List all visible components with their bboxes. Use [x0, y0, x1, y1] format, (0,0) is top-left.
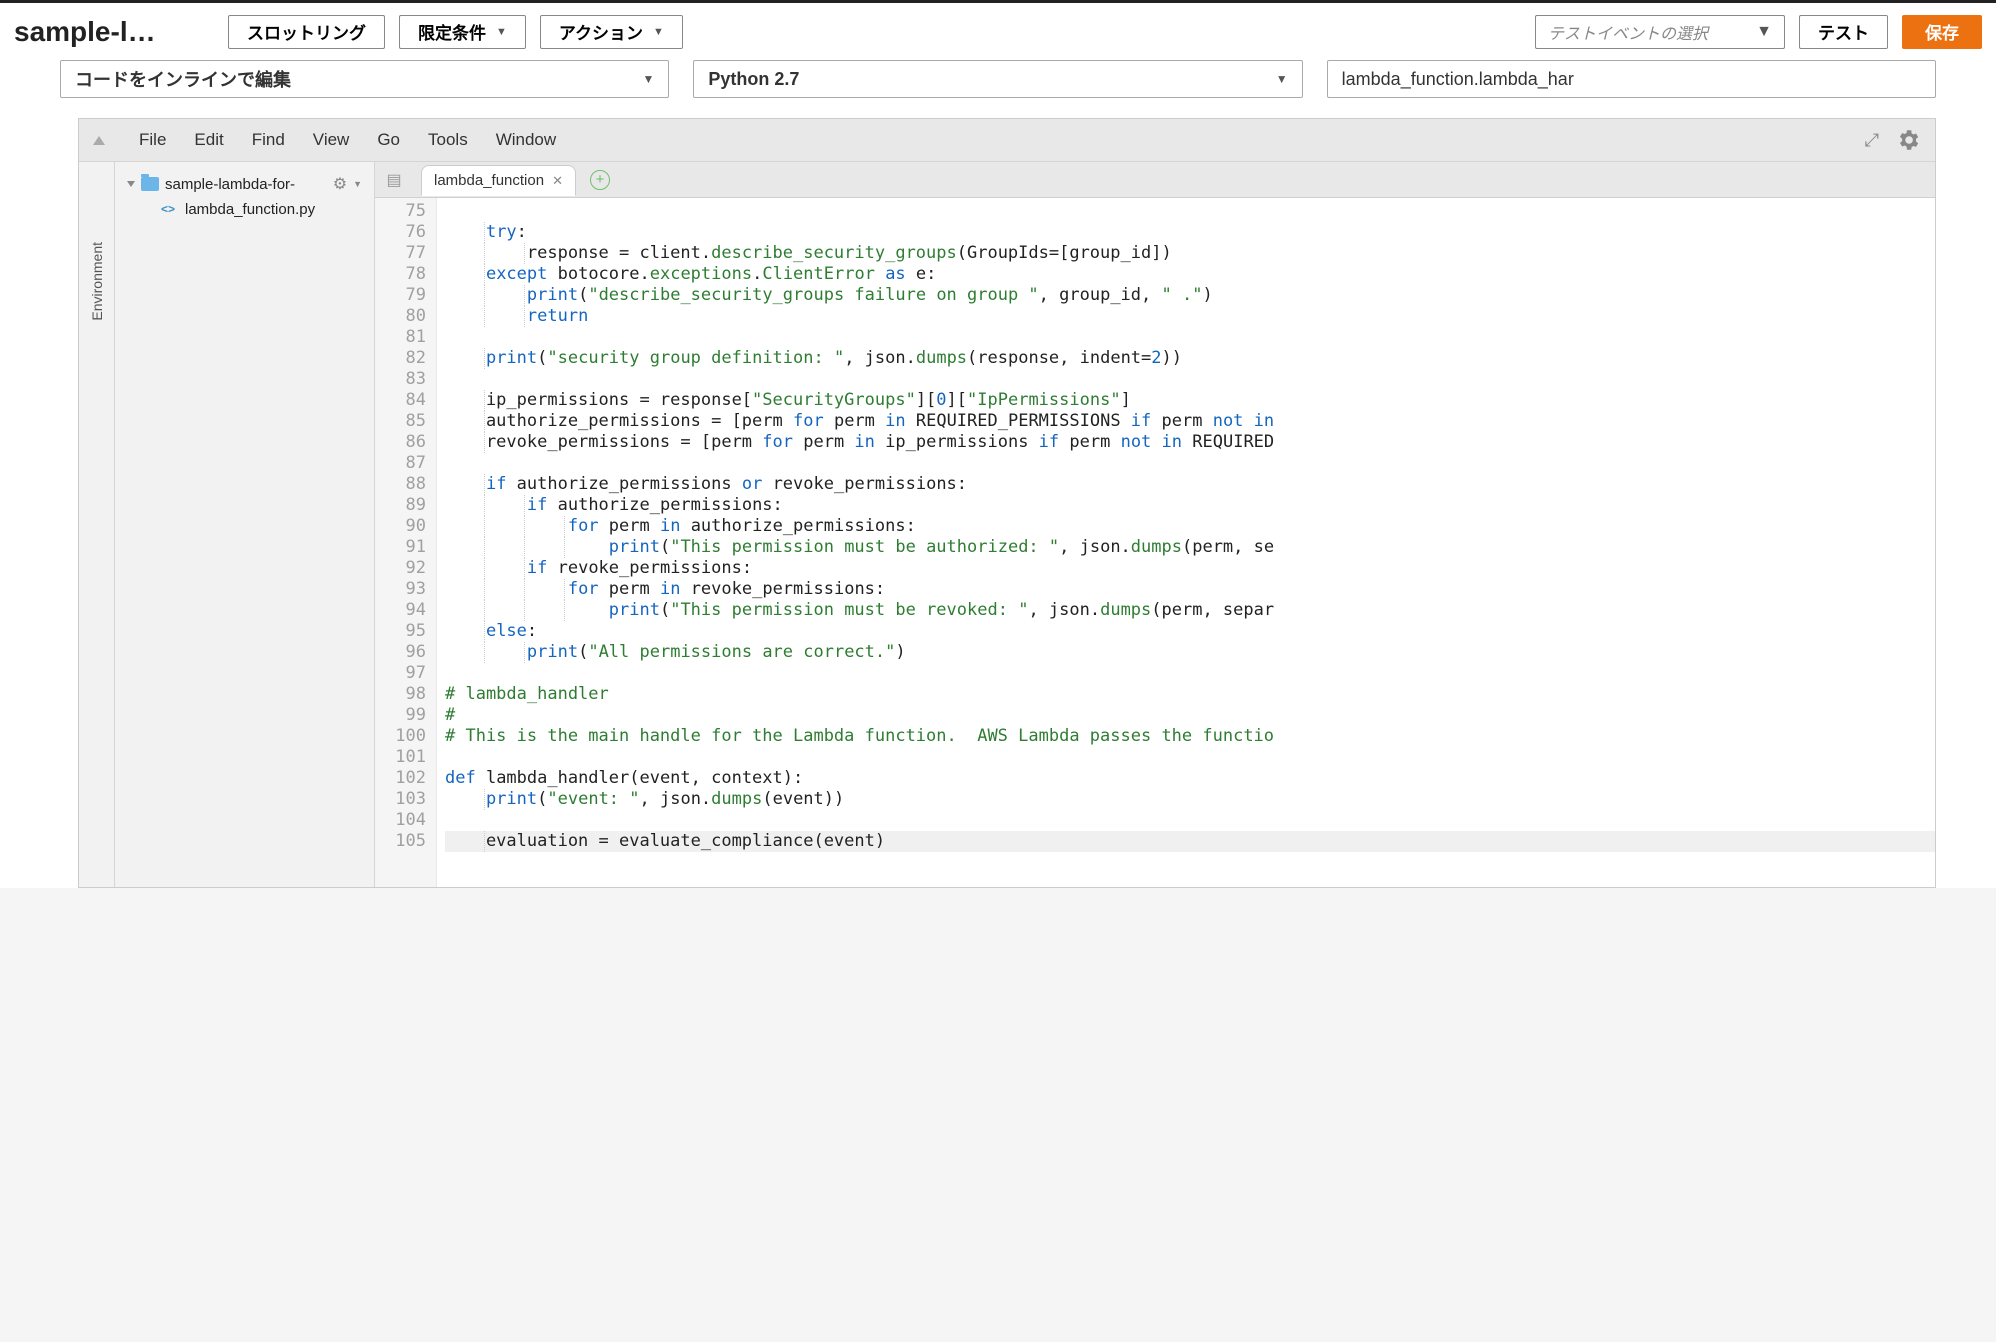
file-name: lambda_function.py [185, 201, 315, 218]
handler-input[interactable]: lambda_function.lambda_har [1327, 60, 1936, 98]
collapse-up-icon[interactable] [93, 136, 105, 145]
tab-list-icon[interactable]: ▤ [379, 170, 409, 190]
menu-view[interactable]: View [313, 130, 350, 150]
menu-go[interactable]: Go [377, 130, 400, 150]
menu-find[interactable]: Find [252, 130, 285, 150]
code-text[interactable]: try: response = client.describe_security… [437, 198, 1935, 887]
gear-icon[interactable] [1895, 127, 1921, 153]
chevron-down-icon: ▼ [496, 26, 507, 38]
edit-mode-label: コードをインラインで編集 [75, 66, 291, 92]
test-event-placeholder: テストイベントの選択 [1548, 20, 1708, 44]
qualifiers-dropdown[interactable]: 限定条件 ▼ [399, 15, 526, 49]
fullscreen-icon[interactable]: ⤢ [1865, 130, 1877, 151]
qualifiers-label: 限定条件 [418, 19, 486, 44]
test-event-select[interactable]: テストイベントの選択 ▼ [1535, 15, 1785, 49]
save-label: 保存 [1925, 19, 1959, 44]
file-tree: sample-lambda-for- ⚙ ▼ <> lambda_functio… [115, 162, 375, 887]
folder-icon [141, 177, 159, 191]
function-name: sample-l… [14, 16, 214, 48]
environment-label: Environment [89, 242, 105, 321]
chevron-down-icon: ▼ [1276, 72, 1288, 86]
throttling-label: スロットリング [247, 19, 366, 44]
environment-tab[interactable]: Environment [79, 162, 115, 887]
code-config-row: コードをインラインで編集 ▼ Python 2.7 ▼ lambda_funct… [0, 60, 1996, 118]
menu-file[interactable]: File [139, 130, 166, 150]
throttling-button[interactable]: スロットリング [228, 15, 385, 49]
runtime-label: Python 2.7 [708, 69, 799, 90]
editor-tabs: ▤ lambda_function ✕ + [375, 162, 1935, 198]
chevron-down-icon: ▼ [653, 26, 664, 38]
tab-label: lambda_function [434, 172, 544, 189]
tree-root-folder[interactable]: sample-lambda-for- ⚙ ▼ [123, 172, 366, 196]
test-button[interactable]: テスト [1799, 15, 1888, 49]
tree-file[interactable]: <> lambda_function.py [123, 196, 366, 222]
tab-lambda-function[interactable]: lambda_function ✕ [421, 165, 576, 196]
menu-window[interactable]: Window [496, 130, 556, 150]
add-tab-button[interactable]: + [590, 170, 610, 190]
test-label: テスト [1818, 19, 1869, 44]
python-file-icon: <> [159, 200, 177, 218]
actions-dropdown[interactable]: アクション ▼ [540, 15, 683, 49]
code-pane[interactable]: 7576777879808182838485868788899091929394… [375, 198, 1935, 887]
chevron-down-icon: ▼ [1756, 23, 1772, 41]
close-icon[interactable]: ✕ [552, 173, 563, 189]
chevron-down-icon[interactable]: ▼ [353, 179, 362, 189]
handler-value: lambda_function.lambda_har [1342, 69, 1574, 90]
menu-edit[interactable]: Edit [194, 130, 223, 150]
line-gutter: 7576777879808182838485868788899091929394… [375, 198, 437, 887]
top-toolbar: sample-l… スロットリング 限定条件 ▼ アクション ▼ テストイベント… [0, 0, 1996, 60]
editor-menubar: File Edit Find View Go Tools Window ⤢ [79, 119, 1935, 162]
actions-label: アクション [559, 19, 643, 44]
menu-tools[interactable]: Tools [428, 130, 468, 150]
root-folder-name: sample-lambda-for- [165, 176, 327, 193]
runtime-select[interactable]: Python 2.7 ▼ [693, 60, 1302, 98]
disclosure-triangle-icon[interactable] [127, 181, 135, 187]
save-button[interactable]: 保存 [1902, 15, 1982, 49]
gear-icon[interactable]: ⚙ [333, 174, 347, 194]
edit-mode-select[interactable]: コードをインラインで編集 ▼ [60, 60, 669, 98]
chevron-down-icon: ▼ [642, 72, 654, 86]
code-editor: File Edit Find View Go Tools Window ⤢ En… [78, 118, 1936, 888]
